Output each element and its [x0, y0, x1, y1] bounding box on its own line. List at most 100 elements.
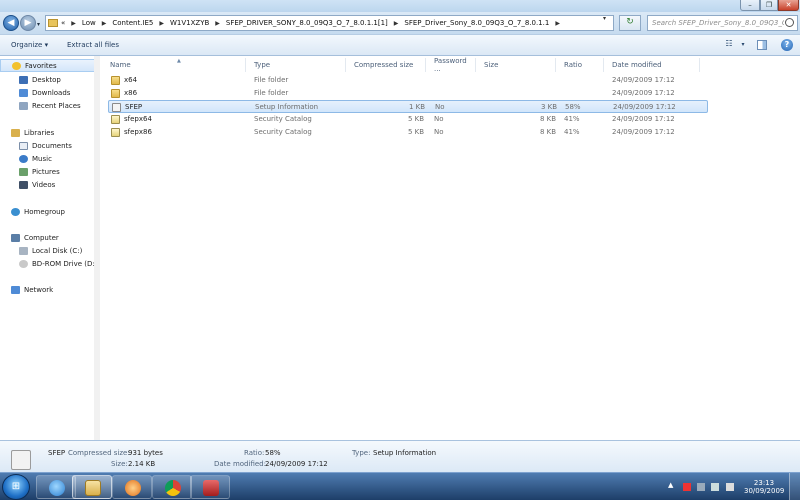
breadcrumb-content-ie5[interactable]: Content.IE5: [112, 19, 153, 27]
change-view-icon[interactable]: ☷: [722, 39, 736, 51]
setup-information-icon: [112, 103, 121, 112]
recent-pages-dropdown[interactable]: ▾: [37, 21, 40, 28]
nav-recent-places[interactable]: Recent Places: [0, 99, 81, 112]
taskbar-windows-explorer[interactable]: [72, 475, 112, 499]
file-date: 24/09/2009 17:12: [612, 115, 675, 123]
file-type: Security Catalog: [254, 128, 312, 136]
signal-strength-icon[interactable]: [711, 483, 719, 491]
taskbar-media-player[interactable]: [112, 475, 152, 499]
nav-homegroup[interactable]: Homegroup: [0, 205, 65, 218]
command-bar: Organize ▾ Extract all files ☷ ▾ ?: [0, 34, 800, 56]
column-compressed-size[interactable]: Compressed size: [346, 58, 426, 72]
downloads-icon: [19, 88, 28, 97]
organize-button[interactable]: Organize ▾: [11, 41, 48, 49]
file-compressed-size: 1 KB: [409, 103, 426, 111]
file-row-selected[interactable]: SFEP Setup Information 1 KB No 3 KB 58% …: [108, 100, 708, 113]
start-button[interactable]: ⊞: [2, 474, 30, 500]
file-name: x64: [124, 76, 138, 84]
breadcrumb-overflow[interactable]: «: [61, 19, 65, 27]
file-row[interactable]: sfepx64 Security Catalog 5 KB No 8 KB 41…: [108, 113, 708, 126]
nav-music[interactable]: Music: [0, 152, 52, 165]
extract-all-files-button[interactable]: Extract all files: [67, 41, 119, 49]
breadcrumb-sfep-driver-archive[interactable]: SFEP_DRIVER_SONY_8.0_09Q3_O_7_8.0.1.1[1]: [226, 19, 388, 27]
nav-documents[interactable]: Documents: [0, 139, 72, 152]
folder-icon: [111, 89, 120, 98]
show-desktop-button[interactable]: [789, 473, 800, 500]
system-clock[interactable]: 23:13 30/09/2009: [744, 479, 784, 495]
column-size[interactable]: Size: [476, 58, 556, 72]
volume-icon[interactable]: [726, 483, 734, 491]
search-box[interactable]: Search SFEP_Driver_Sony_8.0_09Q3_O...: [647, 15, 798, 31]
maximize-button[interactable]: ❐: [760, 0, 778, 11]
file-size: 3 KB: [541, 103, 558, 111]
computer-icon: [11, 233, 20, 242]
refresh-button[interactable]: ↻: [619, 15, 641, 31]
file-row[interactable]: x86 File folder 24/09/2009 17:12: [108, 87, 708, 100]
breadcrumb-separator[interactable]: ▶: [215, 20, 220, 27]
show-hidden-icons-button[interactable]: ▲: [668, 481, 673, 489]
file-ratio: 58%: [565, 103, 581, 111]
nav-local-disk[interactable]: Local Disk (C:): [0, 244, 82, 257]
column-password[interactable]: Password ...: [426, 57, 476, 73]
disc-drive-icon: [19, 259, 28, 268]
column-label: Ratio: [564, 61, 582, 69]
nav-favorites[interactable]: Favorites: [0, 59, 99, 72]
nav-network[interactable]: Network: [0, 283, 53, 296]
nav-computer[interactable]: Computer: [0, 231, 59, 244]
search-icon[interactable]: [785, 18, 794, 27]
breadcrumb-low[interactable]: Low: [82, 19, 96, 27]
back-button[interactable]: ◀: [3, 15, 19, 31]
nav-label: Desktop: [32, 75, 61, 84]
navigation-pane: Favorites Desktop Downloads Recent Place…: [0, 56, 105, 440]
nav-videos[interactable]: Videos: [0, 178, 55, 191]
libraries-icon: [11, 128, 20, 137]
help-icon[interactable]: ?: [781, 39, 793, 51]
breadcrumb-separator[interactable]: ▶: [102, 20, 107, 27]
breadcrumb-separator[interactable]: ▶: [394, 20, 399, 27]
network-status-icon[interactable]: [697, 483, 705, 491]
nav-bd-rom-drive[interactable]: BD-ROM Drive (D:) N: [0, 257, 105, 270]
file-row[interactable]: x64 File folder 24/09/2009 17:12: [108, 74, 708, 87]
minimize-button[interactable]: –: [740, 0, 760, 11]
taskbar-internet-explorer[interactable]: [36, 475, 76, 499]
file-name: x86: [124, 89, 138, 97]
nav-label: Homegroup: [24, 207, 66, 216]
nav-label: Downloads: [32, 88, 71, 97]
nav-pictures[interactable]: Pictures: [0, 165, 60, 178]
address-dropdown[interactable]: ▾: [603, 15, 606, 22]
column-type[interactable]: Type: [246, 58, 346, 72]
file-row[interactable]: sfepx86 Security Catalog 5 KB No 8 KB 41…: [108, 126, 708, 139]
nav-desktop[interactable]: Desktop: [0, 73, 61, 86]
taskbar-toolbox[interactable]: [190, 475, 230, 499]
taskbar-chrome[interactable]: [152, 475, 192, 499]
file-type: File folder: [254, 76, 289, 84]
navigation-bar: ◀ ▶ ▾ « ▶ Low ▶ Content.IE5 ▶ W1V1XZYB ▶…: [0, 12, 800, 34]
nav-label: Recent Places: [32, 101, 81, 110]
address-bar[interactable]: « ▶ Low ▶ Content.IE5 ▶ W1V1XZYB ▶ SFEP_…: [45, 15, 614, 31]
details-type-label: Type:: [352, 449, 371, 457]
column-name[interactable]: Name ▲: [102, 58, 246, 72]
details-date-label: Date modified:: [214, 460, 266, 468]
file-ratio: 41%: [564, 115, 580, 123]
details-size-value: 2.14 KB: [128, 460, 156, 468]
view-options-dropdown[interactable]: ▾: [736, 41, 750, 53]
action-center-icon[interactable]: [683, 483, 691, 491]
breadcrumb-separator[interactable]: ▶: [555, 20, 560, 27]
nav-downloads[interactable]: Downloads: [0, 86, 70, 99]
refresh-icon: ↻: [626, 17, 634, 27]
breadcrumb-separator[interactable]: ▶: [159, 20, 164, 27]
file-type: File folder: [254, 89, 289, 97]
forward-button[interactable]: ▶: [20, 15, 36, 31]
nav-label: Documents: [32, 141, 72, 150]
column-date-modified[interactable]: Date modified: [604, 58, 700, 72]
breadcrumb-separator[interactable]: ▶: [71, 20, 76, 27]
nav-label: Favorites: [25, 61, 57, 70]
column-ratio[interactable]: Ratio: [556, 58, 604, 72]
pictures-icon: [19, 167, 28, 176]
preview-pane-icon[interactable]: [757, 40, 767, 50]
search-input[interactable]: Search SFEP_Driver_Sony_8.0_09Q3_O...: [652, 19, 784, 27]
close-button[interactable]: ✕: [778, 0, 799, 11]
nav-libraries[interactable]: Libraries: [0, 126, 54, 139]
breadcrumb-sfep-driver-folder[interactable]: SFEP_Driver_Sony_8.0_09Q3_O_7_8.0.1.1: [404, 19, 549, 27]
breadcrumb-w1v1xzyb[interactable]: W1V1XZYB: [170, 19, 209, 27]
